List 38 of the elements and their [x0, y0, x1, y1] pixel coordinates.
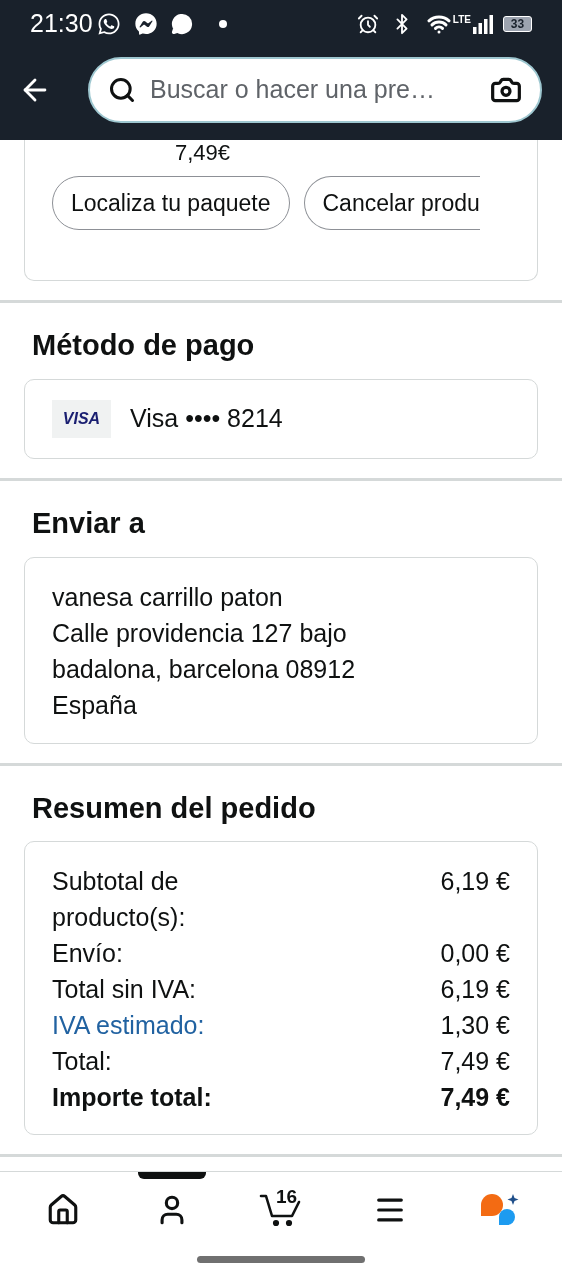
item-price: 7,49€ [175, 140, 231, 166]
home-indicator[interactable] [197, 1255, 365, 1263]
search-field[interactable]: Buscar o hacer una pre… [150, 71, 490, 109]
summary-label[interactable]: IVA estimado: [52, 1007, 272, 1043]
network-type: LTE [452, 13, 471, 27]
section-heading: Método de pago [32, 328, 256, 363]
address-line: badalona, barcelona 08912 [52, 654, 357, 685]
visa-logo: VISA [52, 400, 111, 438]
search-icon [108, 76, 136, 104]
summary-value: 6,19 € [440, 974, 510, 1005]
summary-label: Subtotal de producto(s): [52, 866, 187, 933]
summary-value: 7,49 € [440, 1082, 510, 1113]
summary-label: Total sin IVA: [52, 974, 198, 1005]
payment-card[interactable]: VISA Visa •••• 8214 [24, 379, 538, 459]
cart-count: 16 [276, 1185, 298, 1209]
summary-label: Envío: [52, 938, 124, 969]
battery-icon: 33 [503, 16, 532, 32]
summary-value: 1,30 € [440, 1010, 510, 1041]
message-icon [170, 13, 193, 35]
section-heading: Enviar a [32, 506, 146, 541]
summary-value: 7,49 € [440, 1046, 510, 1077]
address-line: vanesa carrillo paton [52, 582, 284, 613]
signal-icon [473, 14, 493, 34]
clock-time: 21:30 [30, 8, 93, 40]
summary-label: Importe total: [52, 1082, 213, 1113]
summary-value: 6,19 € [440, 866, 510, 897]
section-heading: Resumen del pedido [32, 791, 317, 826]
card-number: Visa •••• 8214 [130, 403, 283, 435]
address-line: España [52, 690, 138, 721]
summary-value: 0,00 € [440, 938, 510, 969]
nav-tab[interactable]: 16 [226, 1172, 336, 1248]
chat-app-icon [96, 12, 121, 36]
summary-label: Total: [52, 1046, 113, 1077]
search-bar[interactable]: Buscar o hacer una pre… [88, 57, 542, 123]
alarm-icon [356, 13, 379, 35]
messenger-icon [134, 13, 157, 35]
chat-bubbles-icon [478, 1192, 521, 1228]
address-line: Calle providencia 127 bajo [52, 618, 348, 649]
